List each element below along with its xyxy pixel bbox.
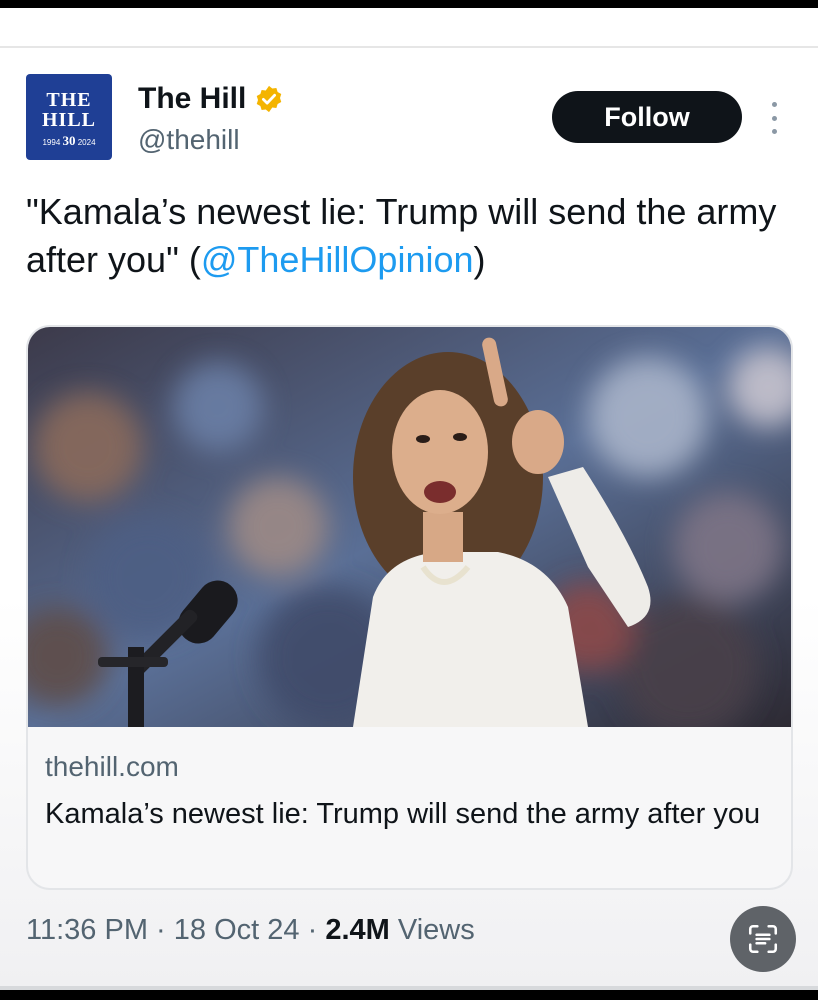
author-display-name[interactable]: The Hill — [138, 82, 246, 116]
link-card[interactable]: thehill.com Kamala’s newest lie: Trump w… — [26, 325, 793, 890]
avatar-anniversary-number: 30 — [62, 133, 76, 148]
meta-separator-2: · — [307, 914, 318, 946]
verified-badge-icon — [257, 85, 282, 113]
follow-button[interactable]: Follow — [552, 91, 742, 143]
avatar-anniversary: 1994 30 2024 — [26, 133, 112, 148]
tweet-date[interactable]: 18 Oct 24 — [174, 914, 300, 946]
link-card-title[interactable]: Kamala’s newest lie: Trump will send the… — [45, 793, 765, 835]
author-avatar[interactable]: THE HILL 1994 30 2024 — [26, 74, 112, 160]
text-scan-icon[interactable] — [730, 906, 796, 972]
tweet-time[interactable]: 11:36 PM — [26, 914, 148, 946]
tweet-screen: THE HILL 1994 30 2024 The Hill @thehill … — [0, 8, 818, 990]
avatar-line2: HILL — [41, 109, 97, 131]
views-label: Views — [397, 914, 475, 946]
views-count: 2.4M — [325, 914, 390, 946]
text-scan-glyph — [748, 924, 778, 954]
tweet-text-end: ) — [473, 239, 486, 280]
link-card-domain: thehill.com — [45, 751, 179, 782]
bottom-divider — [0, 986, 818, 990]
news-photo[interactable] — [28, 327, 793, 727]
author-name-row: The Hill — [138, 82, 284, 116]
meta-separator-1: · — [156, 914, 166, 946]
tweet-text: "Kamala’s newest lie: Trump will send th… — [26, 188, 796, 284]
mention-link[interactable]: @TheHillOpinion — [201, 239, 474, 280]
avatar-year-end: 2024 — [77, 138, 96, 147]
tweet-meta: 11:36 PM · 18 Oct 24 · 2.4M Views — [26, 914, 475, 947]
author-handle[interactable]: @thehill — [138, 124, 240, 156]
top-divider — [0, 46, 818, 48]
avatar-line1: THE — [46, 89, 92, 111]
more-vertical-icon[interactable] — [760, 100, 788, 136]
avatar-year-start: 1994 — [42, 138, 61, 147]
